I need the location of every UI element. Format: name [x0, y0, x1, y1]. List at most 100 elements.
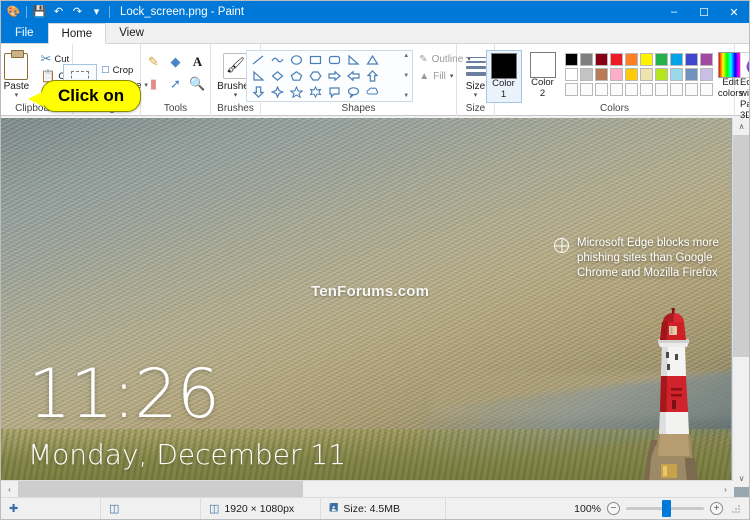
- tab-home[interactable]: Home: [47, 23, 107, 44]
- palette-swatch-r1-c10[interactable]: [699, 53, 713, 66]
- shape-six-point-star-icon[interactable]: [306, 84, 325, 100]
- palette-swatch-r3-c1[interactable]: [564, 83, 578, 96]
- shapes-gallery-more-icon[interactable]: ▼: [403, 93, 409, 99]
- palette-swatch-r2-c10[interactable]: [699, 68, 713, 81]
- palette-swatch-r1-c4[interactable]: [609, 53, 623, 66]
- undo-icon[interactable]: ↶: [50, 4, 67, 21]
- palette-swatch-r2-c1[interactable]: [564, 68, 578, 81]
- shape-hexagon-icon[interactable]: [306, 68, 325, 84]
- shape-diamond-icon[interactable]: [268, 68, 287, 84]
- palette-swatch-r3-c8[interactable]: [669, 83, 683, 96]
- palette-swatch-r2-c3[interactable]: [594, 68, 608, 81]
- palette-swatch-r1-c8[interactable]: [669, 53, 683, 66]
- edit-with-paint3d-button[interactable]: Edit with Paint 3D: [740, 48, 749, 122]
- horizontal-scrollbar[interactable]: ‹ ›: [1, 480, 734, 498]
- shape-line-icon[interactable]: [249, 52, 268, 68]
- pencil-tool-icon[interactable]: ✎: [143, 51, 165, 73]
- horizontal-scroll-thumb[interactable]: [18, 481, 303, 498]
- shape-right-arrow-icon[interactable]: [325, 68, 344, 84]
- shapes-scroll-down-icon[interactable]: ▼: [403, 73, 409, 79]
- shape-rounded-rectangle-icon[interactable]: [325, 52, 344, 68]
- shape-oval-callout-icon[interactable]: [344, 84, 363, 100]
- shape-rounded-callout-icon[interactable]: [325, 84, 344, 100]
- magnifier-tool-icon[interactable]: 🔍: [187, 73, 209, 95]
- palette-swatch-r3-c10[interactable]: [699, 83, 713, 96]
- quick-access-toolbar[interactable]: 🎨 💾 ↶ ↷ ▾: [1, 4, 112, 21]
- shape-oval-icon[interactable]: [287, 52, 306, 68]
- paste-caret-icon[interactable]: ▾: [15, 92, 19, 99]
- shape-right-triangle-icon[interactable]: [344, 52, 363, 68]
- color-picker-tool-icon[interactable]: ➚: [165, 73, 187, 95]
- shapes-gallery-scroll[interactable]: ▲ ▼ ▼: [401, 52, 410, 100]
- zoom-control[interactable]: 100% − +: [574, 498, 749, 520]
- vertical-scrollbar[interactable]: ∧ ∨: [732, 118, 749, 487]
- color-palette[interactable]: [564, 50, 714, 97]
- shape-triangle-icon[interactable]: [363, 52, 382, 68]
- palette-swatch-r3-c9[interactable]: [684, 83, 698, 96]
- scroll-up-button[interactable]: ∧: [733, 118, 749, 135]
- palette-swatch-r3-c5[interactable]: [624, 83, 638, 96]
- palette-swatch-r2-c8[interactable]: [669, 68, 683, 81]
- color2-swatch[interactable]: [529, 52, 556, 78]
- paint-app-icon[interactable]: 🎨: [5, 4, 22, 21]
- palette-swatch-r1-c9[interactable]: [684, 53, 698, 66]
- vertical-scroll-thumb[interactable]: [733, 135, 749, 357]
- eraser-tool-icon[interactable]: ▮: [143, 73, 165, 95]
- palette-swatch-r1-c3[interactable]: [594, 53, 608, 66]
- scroll-down-button[interactable]: ∨: [733, 470, 749, 487]
- shape-four-point-star-icon[interactable]: [268, 84, 287, 100]
- redo-icon[interactable]: ↷: [69, 4, 86, 21]
- zoom-out-button[interactable]: −: [607, 502, 620, 515]
- maximize-button[interactable]: ☐: [689, 1, 719, 23]
- shapes-scroll-up-icon[interactable]: ▲: [403, 53, 409, 59]
- zoom-slider-track[interactable]: [626, 500, 704, 517]
- shape-diagonal-triangle-icon[interactable]: [249, 68, 268, 84]
- shape-left-arrow-icon[interactable]: [344, 68, 363, 84]
- palette-swatch-r1-c1[interactable]: [564, 53, 578, 66]
- zoom-in-button[interactable]: +: [710, 502, 723, 515]
- palette-swatch-r1-c6[interactable]: [639, 53, 653, 66]
- palette-swatch-r1-c7[interactable]: [654, 53, 668, 66]
- color2-button[interactable]: Color 2: [526, 50, 560, 101]
- shape-pentagon-icon[interactable]: [287, 68, 306, 84]
- color1-swatch[interactable]: [490, 53, 517, 79]
- image-canvas[interactable]: TenForums.com 11:26 Monday, December 11 …: [1, 118, 732, 487]
- close-button[interactable]: ✕: [719, 1, 749, 23]
- palette-swatch-r2-c7[interactable]: [654, 68, 668, 81]
- palette-swatch-r3-c2[interactable]: [579, 83, 593, 96]
- palette-swatch-r2-c5[interactable]: [624, 68, 638, 81]
- palette-swatch-r3-c7[interactable]: [654, 83, 668, 96]
- shapes-gallery[interactable]: ▲ ▼ ▼: [246, 50, 414, 102]
- shape-rectangle-icon[interactable]: [306, 52, 325, 68]
- palette-swatch-r3-c6[interactable]: [639, 83, 653, 96]
- zoom-slider-thumb[interactable]: [662, 500, 671, 517]
- palette-swatch-r2-c9[interactable]: [684, 68, 698, 81]
- fill-with-color-tool-icon[interactable]: ◆: [165, 51, 187, 73]
- save-icon[interactable]: 💾: [31, 4, 48, 21]
- palette-swatch-r1-c5[interactable]: [624, 53, 638, 66]
- resize-grip[interactable]: [731, 504, 741, 514]
- brushes-caret-icon[interactable]: ▾: [234, 92, 238, 99]
- tab-view[interactable]: View: [106, 22, 157, 43]
- text-tool-icon[interactable]: A: [187, 51, 209, 73]
- fill-caret-icon[interactable]: ▾: [450, 73, 454, 80]
- shape-down-arrow-icon[interactable]: [249, 84, 268, 100]
- palette-swatch-r2-c2[interactable]: [579, 68, 593, 81]
- scroll-left-button[interactable]: ‹: [1, 481, 18, 498]
- customize-qat-icon[interactable]: ▾: [88, 4, 105, 21]
- color1-button[interactable]: Color 1: [485, 50, 522, 103]
- shape-five-point-star-icon[interactable]: [287, 84, 306, 100]
- tab-file[interactable]: File: [1, 22, 48, 43]
- shape-up-arrow-icon[interactable]: [363, 68, 382, 84]
- vertical-scroll-track[interactable]: [733, 135, 749, 470]
- palette-swatch-r2-c6[interactable]: [639, 68, 653, 81]
- palette-swatch-r2-c4[interactable]: [609, 68, 623, 81]
- shape-cloud-callout-icon[interactable]: [363, 84, 382, 100]
- palette-swatch-r1-c2[interactable]: [579, 53, 593, 66]
- shape-curve-icon[interactable]: [268, 52, 287, 68]
- palette-swatch-r3-c3[interactable]: [594, 83, 608, 96]
- minimize-button[interactable]: –: [659, 1, 689, 23]
- palette-swatch-r3-c4[interactable]: [609, 83, 623, 96]
- size-caret-icon[interactable]: ▾: [474, 92, 478, 99]
- scroll-right-button[interactable]: ›: [717, 481, 734, 498]
